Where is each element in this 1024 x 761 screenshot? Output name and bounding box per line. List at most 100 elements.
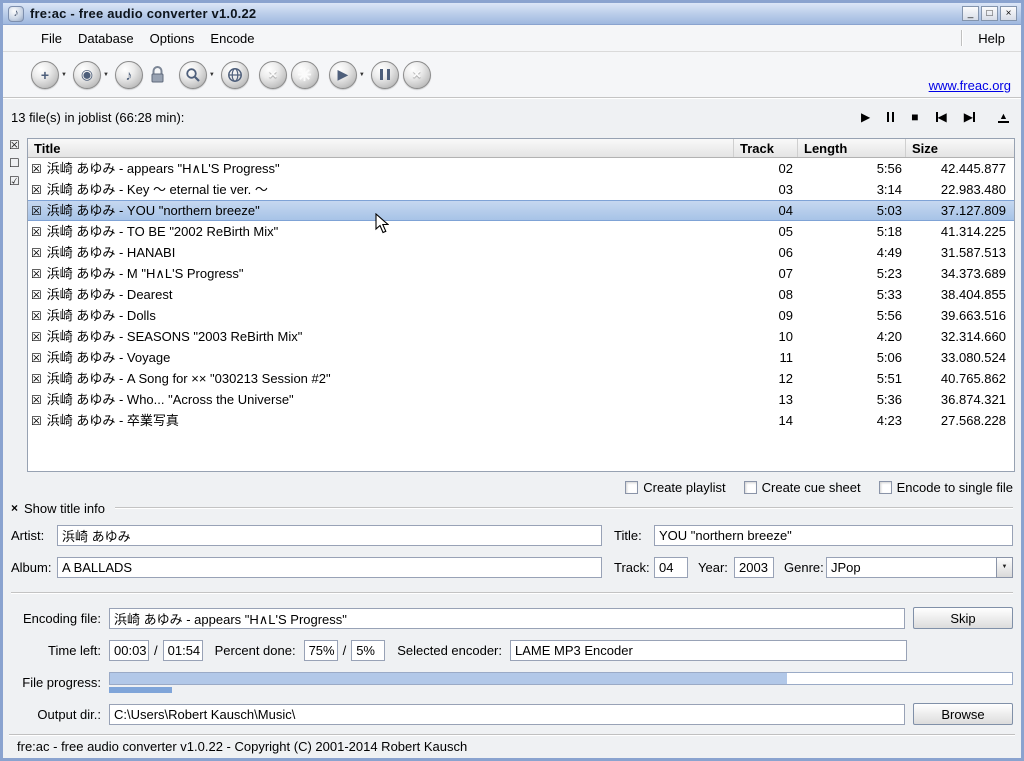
joblist-row[interactable]: ☒ 浜崎 あゆみ - 卒業写真 14 4:23 27.568.228: [28, 410, 1014, 431]
album-input[interactable]: [57, 557, 602, 578]
genre-label: Genre:: [784, 560, 826, 575]
column-header-size[interactable]: Size: [906, 139, 1014, 157]
menu-separator: [961, 30, 962, 46]
time-left-value: 00:03: [109, 640, 149, 661]
row-checkbox[interactable]: ☒: [31, 159, 42, 179]
joblist-row[interactable]: ☒ 浜崎 あゆみ - SEASONS "2003 ReBirth Mix" 10…: [28, 326, 1014, 347]
row-checkbox[interactable]: ☒: [31, 202, 42, 220]
menu-help[interactable]: Help: [970, 28, 1013, 49]
row-length: 4:23: [798, 411, 906, 431]
row-checkbox[interactable]: ☒: [31, 411, 42, 431]
cddb-web-icon[interactable]: [221, 61, 249, 89]
year-input[interactable]: [734, 557, 774, 578]
joblist-row[interactable]: ☒ 浜崎 あゆみ - Who... "Across the Universe" …: [28, 389, 1014, 410]
pause-encoding-icon[interactable]: [371, 61, 399, 89]
artist-input[interactable]: [57, 525, 602, 546]
output-options-row: Create playlist Create cue sheet Encode …: [9, 478, 1015, 496]
selection-strip: ☒ ☐ ☑: [9, 138, 27, 472]
column-header-length[interactable]: Length: [798, 139, 906, 157]
stop-icon[interactable]: ■: [911, 111, 918, 123]
start-encoding-icon[interactable]: ▶: [329, 61, 357, 89]
row-length: 4:20: [798, 327, 906, 347]
lock-icon[interactable]: [147, 62, 169, 88]
create-cue-sheet-checkbox-box[interactable]: [744, 481, 757, 494]
joblist-row[interactable]: ☒ 浜崎 あゆみ - Key 〜 eternal tie ver. 〜 03 3…: [28, 179, 1014, 200]
cddb-query-dropdown-icon[interactable]: ▼: [209, 72, 215, 78]
close-button[interactable]: ×: [1000, 6, 1017, 21]
joblist-row[interactable]: ☒ 浜崎 あゆみ - A Song for ×× "030213 Session…: [28, 368, 1014, 389]
row-length: 5:03: [798, 202, 906, 220]
genre-input[interactable]: [826, 557, 996, 578]
joblist-row[interactable]: ☒ 浜崎 あゆみ - Dolls 09 5:56 39.663.516: [28, 305, 1014, 326]
settings-icon[interactable]: [291, 61, 319, 89]
row-track: 02: [734, 159, 798, 179]
menu-encode[interactable]: Encode: [202, 28, 262, 49]
row-size: 27.568.228: [906, 411, 1014, 431]
row-title: 浜崎 あゆみ - Dolls: [47, 306, 156, 326]
create-cue-sheet-checkbox[interactable]: Create cue sheet: [744, 480, 861, 495]
row-checkbox[interactable]: ☒: [31, 369, 42, 389]
browse-button[interactable]: Browse: [913, 703, 1013, 725]
row-track: 10: [734, 327, 798, 347]
output-dir-input[interactable]: [109, 704, 905, 725]
joblist-row[interactable]: ☒ 浜崎 あゆみ - M "H∧L'S Progress" 07 5:23 34…: [28, 263, 1014, 284]
track-input[interactable]: [654, 557, 688, 578]
previous-track-icon[interactable]: ◀: [936, 111, 947, 123]
cancel-processing-icon[interactable]: ×: [259, 61, 287, 89]
album-label: Album:: [11, 560, 57, 575]
next-track-icon[interactable]: ▶: [964, 111, 975, 123]
minimize-button[interactable]: _: [962, 6, 979, 21]
column-header-track[interactable]: Track: [734, 139, 798, 157]
stop-encoding-icon[interactable]: ×: [403, 61, 431, 89]
row-checkbox[interactable]: ☒: [31, 348, 42, 368]
toggle-selection-button[interactable]: ☑: [9, 175, 27, 188]
create-playlist-checkbox-box[interactable]: [625, 481, 638, 494]
eject-icon[interactable]: ▲: [998, 112, 1009, 123]
website-link[interactable]: www.freac.org: [929, 78, 1011, 93]
row-checkbox[interactable]: ☒: [31, 306, 42, 326]
cddb-query-icon[interactable]: [179, 61, 207, 89]
select-all-button[interactable]: ☒: [9, 139, 27, 152]
joblist-row[interactable]: ☒ 浜崎 あゆみ - Voyage 11 5:06 33.080.524: [28, 347, 1014, 368]
row-checkbox[interactable]: ☒: [31, 243, 42, 263]
joblist-row[interactable]: ☒ 浜崎 あゆみ - Dearest 08 5:33 38.404.855: [28, 284, 1014, 305]
row-checkbox[interactable]: ☒: [31, 180, 42, 200]
status-bar-text: fre:ac - free audio converter v1.0.22 - …: [17, 739, 467, 754]
add-cd-dropdown-icon[interactable]: ▼: [103, 72, 109, 78]
title-input[interactable]: [654, 525, 1013, 546]
row-checkbox[interactable]: ☒: [31, 264, 42, 284]
genre-dropdown-icon[interactable]: ▼: [996, 557, 1013, 578]
start-encoding-dropdown-icon[interactable]: ▼: [359, 72, 365, 78]
joblist-row[interactable]: ☒ 浜崎 あゆみ - appears "H∧L'S Progress" 02 5…: [28, 158, 1014, 179]
titlebar[interactable]: ♪ fre:ac - free audio converter v1.0.22 …: [3, 3, 1021, 25]
skip-button[interactable]: Skip: [913, 607, 1013, 629]
encode-single-file-checkbox[interactable]: Encode to single file: [879, 480, 1013, 495]
add-cd-icon[interactable]: ◉: [73, 61, 101, 89]
row-checkbox[interactable]: ☒: [31, 222, 42, 242]
pause-icon[interactable]: [887, 112, 894, 122]
add-files-dropdown-icon[interactable]: ▼: [61, 72, 67, 78]
row-track: 03: [734, 180, 798, 200]
row-title: 浜崎 あゆみ - Dearest: [47, 285, 173, 305]
create-playlist-checkbox[interactable]: Create playlist: [625, 480, 725, 495]
menu-options[interactable]: Options: [142, 28, 203, 49]
play-icon[interactable]: ▶: [861, 111, 870, 123]
row-checkbox[interactable]: ☒: [31, 285, 42, 305]
maximize-button[interactable]: □: [981, 6, 998, 21]
row-checkbox[interactable]: ☒: [31, 327, 42, 347]
add-files-icon[interactable]: +: [31, 61, 59, 89]
joblist-row[interactable]: ☒ 浜崎 あゆみ - HANABI 06 4:49 31.587.513: [28, 242, 1014, 263]
menu-database[interactable]: Database: [70, 28, 142, 49]
menu-file[interactable]: File: [33, 28, 70, 49]
column-header-title[interactable]: Title: [28, 139, 734, 157]
joblist-row[interactable]: ☒ 浜崎 あゆみ - YOU "northern breeze" 04 5:03…: [28, 200, 1014, 221]
toggle-title-info-button[interactable]: ×: [11, 502, 18, 514]
row-size: 36.874.321: [906, 390, 1014, 410]
playlist-icon[interactable]: ♪: [115, 61, 143, 89]
total-progress-bar: [109, 687, 1013, 693]
encode-single-file-checkbox-box[interactable]: [879, 481, 892, 494]
row-title: 浜崎 あゆみ - TO BE "2002 ReBirth Mix": [47, 222, 279, 242]
select-none-button[interactable]: ☐: [9, 157, 27, 170]
joblist-row[interactable]: ☒ 浜崎 あゆみ - TO BE "2002 ReBirth Mix" 05 5…: [28, 221, 1014, 242]
row-checkbox[interactable]: ☒: [31, 390, 42, 410]
